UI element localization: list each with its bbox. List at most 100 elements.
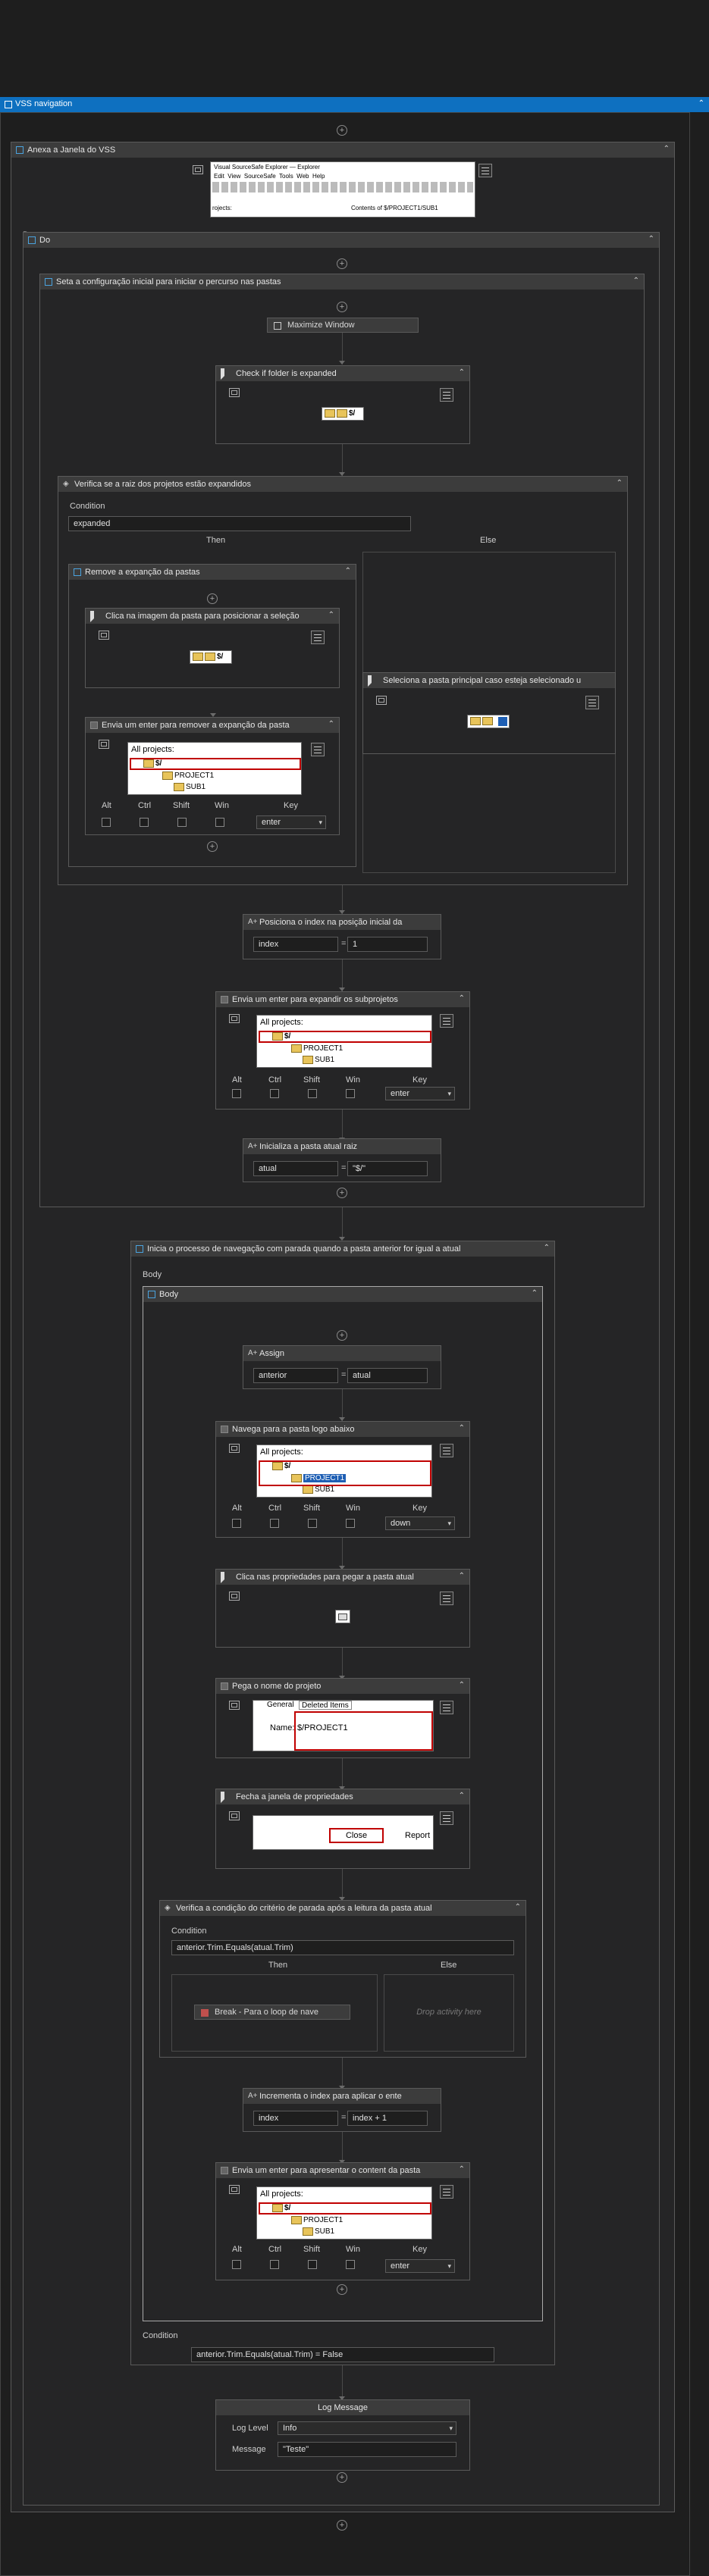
- key-dropdown[interactable]: enter ▾: [385, 1087, 455, 1100]
- collapse-icon[interactable]: ⌃: [664, 145, 670, 153]
- win-checkbox[interactable]: [346, 2260, 355, 2269]
- tree-thumbnail: All projects: $/ PROJECT1 SUB1: [127, 742, 302, 795]
- select-main-activity[interactable]: Seleciona a pasta principal caso esteja …: [362, 672, 616, 754]
- target-icon[interactable]: [99, 631, 109, 640]
- alt-checkbox[interactable]: [232, 1089, 241, 1098]
- target-icon[interactable]: [229, 2185, 240, 2194]
- folder-icon: [337, 409, 347, 418]
- assign-value-field[interactable]: 1: [347, 937, 428, 952]
- add-activity-icon[interactable]: +: [337, 2520, 347, 2531]
- add-activity-icon[interactable]: +: [337, 2284, 347, 2295]
- thumb-toolbar: [212, 182, 473, 192]
- sequence-icon: [74, 568, 81, 576]
- alt-checkbox[interactable]: [232, 2260, 241, 2269]
- loop-condition-input[interactable]: anterior.Trim.Equals(atual.Trim) = False: [191, 2347, 494, 2362]
- enter-remove-menu-button[interactable]: [311, 743, 325, 756]
- win-checkbox[interactable]: [346, 1519, 355, 1528]
- key-dropdown[interactable]: down ▾: [385, 1516, 455, 1530]
- if-icon: ◈: [63, 480, 69, 488]
- thumb-right-pane: Contents of $/PROJECT1/SUB1: [351, 205, 438, 211]
- collapse-icon[interactable]: ⌃: [459, 1792, 465, 1800]
- add-activity-icon[interactable]: +: [207, 593, 218, 604]
- log-message-activity[interactable]: Log Message: [215, 2399, 470, 2471]
- alt-checkbox[interactable]: [102, 818, 111, 827]
- target-icon[interactable]: [376, 696, 387, 705]
- collapse-icon[interactable]: ⌃: [345, 567, 351, 575]
- check-expanded-activity[interactable]: Check if folder is expanded ⌃: [215, 365, 470, 444]
- ctrl-checkbox[interactable]: [270, 1089, 279, 1098]
- ctrl-checkbox[interactable]: [270, 1519, 279, 1528]
- collapse-icon[interactable]: ⌃: [459, 994, 465, 1003]
- log-level-dropdown[interactable]: Info ▾: [278, 2421, 456, 2435]
- collapse-icon[interactable]: ⌃: [459, 2165, 465, 2174]
- collapse-icon[interactable]: ⌃: [459, 1424, 465, 1432]
- enter-expand-menu-button[interactable]: [440, 1014, 453, 1028]
- target-icon[interactable]: [99, 740, 109, 749]
- collapse-icon[interactable]: ⌃: [459, 1681, 465, 1689]
- shift-checkbox[interactable]: [308, 2260, 317, 2269]
- collapse-icon[interactable]: ⌃: [328, 611, 334, 619]
- get-name-menu-button[interactable]: [440, 1701, 453, 1714]
- add-activity-icon[interactable]: +: [337, 1188, 347, 1198]
- assign-to-field[interactable]: index: [253, 2111, 338, 2126]
- maximize-window-activity[interactable]: Maximize Window: [267, 318, 419, 333]
- click-image-activity[interactable]: Clica na imagem da pasta para posicionar…: [85, 608, 340, 688]
- target-icon[interactable]: [229, 1444, 240, 1453]
- assign-to-field[interactable]: index: [253, 937, 338, 952]
- close-props-menu-button[interactable]: [440, 1811, 453, 1825]
- shift-checkbox[interactable]: [308, 1519, 317, 1528]
- collapse-icon[interactable]: ⌃: [532, 1289, 538, 1297]
- condition-label: Condition: [70, 502, 105, 511]
- assign-to-field[interactable]: atual: [253, 1161, 338, 1176]
- assign-to-field[interactable]: anterior: [253, 1368, 338, 1383]
- win-checkbox[interactable]: [346, 1089, 355, 1098]
- condition-input[interactable]: anterior.Trim.Equals(atual.Trim): [171, 1940, 514, 1955]
- collapse-icon[interactable]: ⌃: [459, 368, 465, 377]
- ctrl-checkbox[interactable]: [270, 2260, 279, 2269]
- check-menu-button[interactable]: [440, 388, 453, 402]
- click-props-menu-button[interactable]: [440, 1592, 453, 1605]
- target-icon[interactable]: [193, 165, 203, 174]
- key-dropdown[interactable]: enter ▾: [256, 815, 326, 829]
- add-activity-icon[interactable]: +: [337, 258, 347, 269]
- target-icon[interactable]: [229, 1811, 240, 1820]
- enter-content-menu-button[interactable]: [440, 2185, 453, 2199]
- collapse-icon[interactable]: ⌃: [648, 235, 654, 243]
- check-icon: [221, 368, 232, 380]
- click-image-menu-button[interactable]: [311, 631, 325, 644]
- condition-input[interactable]: expanded: [68, 516, 411, 531]
- assign-value-field[interactable]: "$/": [347, 1161, 428, 1176]
- add-activity-icon[interactable]: +: [337, 125, 347, 136]
- target-icon[interactable]: [229, 1014, 240, 1023]
- ctrl-checkbox[interactable]: [140, 818, 149, 827]
- alt-checkbox[interactable]: [232, 1519, 241, 1528]
- collapse-icon[interactable]: ⌃: [328, 720, 334, 728]
- workflow-title-bar[interactable]: VSS navigation ⌃: [0, 97, 709, 112]
- add-activity-icon[interactable]: +: [207, 841, 218, 852]
- break-activity[interactable]: Break - Para o loop de nave: [194, 2005, 350, 2020]
- assign-value-field[interactable]: atual: [347, 1368, 428, 1383]
- navigate-down-menu-button[interactable]: [440, 1444, 453, 1457]
- collapse-icon[interactable]: ⌃: [459, 1572, 465, 1580]
- select-main-menu-button[interactable]: [585, 696, 599, 709]
- message-input[interactable]: "Teste": [278, 2442, 456, 2457]
- key-dropdown[interactable]: enter ▾: [385, 2259, 455, 2273]
- collapse-icon[interactable]: ⌃: [616, 479, 623, 487]
- attach-menu-button[interactable]: [478, 164, 492, 177]
- collapse-icon[interactable]: ⌃: [544, 1244, 550, 1252]
- collapse-icon[interactable]: ⌃: [515, 1903, 521, 1911]
- click-props-activity[interactable]: Clica nas propriedades para pegar a past…: [215, 1569, 470, 1648]
- add-activity-icon[interactable]: +: [337, 302, 347, 312]
- collapse-icon[interactable]: ⌃: [633, 277, 639, 285]
- collapse-icon[interactable]: ⌃: [698, 99, 704, 108]
- target-icon[interactable]: [229, 1701, 240, 1710]
- add-activity-icon[interactable]: +: [337, 1330, 347, 1341]
- break-title: Break - Para o loop de nave: [215, 2008, 318, 2017]
- shift-checkbox[interactable]: [177, 818, 187, 827]
- target-icon[interactable]: [229, 388, 240, 397]
- assign-value-field[interactable]: index + 1: [347, 2111, 428, 2126]
- shift-checkbox[interactable]: [308, 1089, 317, 1098]
- win-checkbox[interactable]: [215, 818, 224, 827]
- target-icon[interactable]: [229, 1592, 240, 1601]
- add-activity-icon[interactable]: +: [337, 2472, 347, 2483]
